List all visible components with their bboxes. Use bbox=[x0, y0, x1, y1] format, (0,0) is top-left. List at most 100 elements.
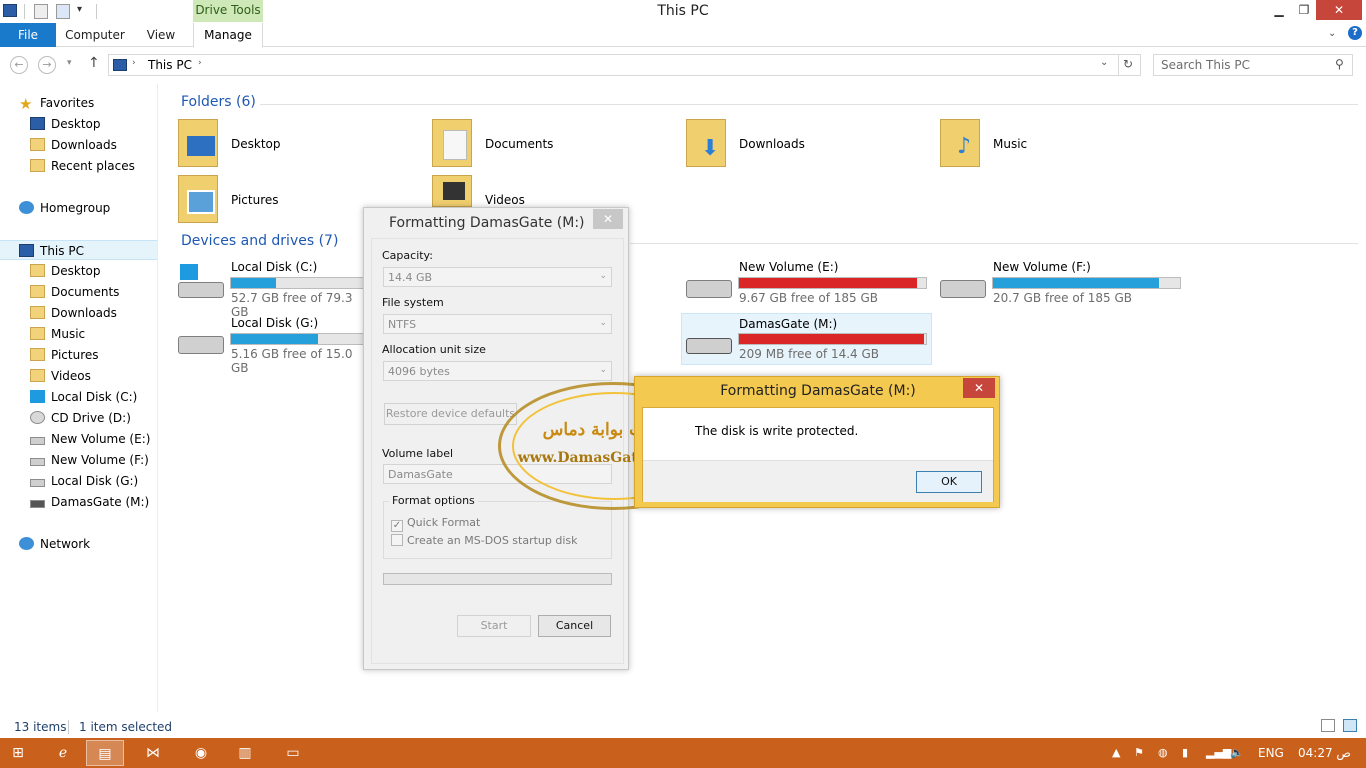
nav-network[interactable]: Network bbox=[0, 534, 157, 554]
forward-button[interactable]: → bbox=[38, 56, 56, 74]
devices-heading[interactable]: Devices and drives (7) bbox=[181, 233, 338, 249]
cd-drive-icon bbox=[30, 411, 45, 424]
show-hidden-icons-icon[interactable]: ▲ bbox=[1112, 746, 1120, 759]
drive-local-disk-c[interactable]: Local Disk (C:) 52.7 GB free of 79.3 GB bbox=[176, 258, 366, 319]
hard-drive-icon bbox=[178, 336, 224, 354]
action-center-icon[interactable]: ⚑ bbox=[1134, 746, 1144, 759]
nav-pc-downloads[interactable]: Downloads bbox=[0, 303, 157, 323]
nav-label: New Volume (F:) bbox=[51, 453, 149, 467]
folder-videos[interactable]: Videos bbox=[432, 175, 672, 207]
nav-pc-pictures[interactable]: Pictures bbox=[0, 345, 157, 365]
folder-music[interactable]: ♪ Music bbox=[940, 119, 1180, 169]
drive-free-space: 5.16 GB free of 15.0 GB bbox=[231, 347, 353, 375]
nav-local-disk-c[interactable]: Local Disk (C:) bbox=[0, 387, 157, 407]
status-bar: 13 items 1 item selected bbox=[0, 716, 1366, 738]
tab-manage[interactable]: Manage bbox=[193, 23, 263, 48]
nav-pc-music[interactable]: Music bbox=[0, 324, 157, 344]
nav-label: New Volume (E:) bbox=[51, 432, 151, 446]
nav-fav-downloads[interactable]: Downloads bbox=[0, 135, 157, 155]
restore-defaults-button[interactable]: Restore device defaults bbox=[384, 403, 517, 425]
divider bbox=[68, 720, 69, 734]
large-icons-view-icon[interactable] bbox=[1343, 719, 1357, 732]
address-dropdown-icon[interactable]: ⌄ bbox=[1100, 57, 1108, 68]
nav-local-disk-g[interactable]: Local Disk (G:) bbox=[0, 471, 157, 491]
help-icon[interactable]: ? bbox=[1348, 26, 1362, 40]
notepad-icon[interactable]: ▥ bbox=[226, 740, 264, 766]
search-icon[interactable]: ⚲ bbox=[1335, 57, 1344, 71]
firefox-icon[interactable]: ◉ bbox=[182, 740, 220, 766]
usb-drive-taskbar-icon[interactable]: ▭ bbox=[274, 740, 312, 766]
search-input[interactable]: Search This PC ⚲ bbox=[1153, 54, 1353, 76]
folder-downloads[interactable]: ⬇ Downloads bbox=[686, 119, 926, 169]
drive-local-disk-g[interactable]: Local Disk (G:) 5.16 GB free of 15.0 GB bbox=[176, 314, 366, 375]
ok-button[interactable]: OK bbox=[916, 471, 982, 493]
expand-ribbon-icon[interactable]: ⌄ bbox=[1328, 28, 1336, 39]
folder-label: Downloads bbox=[739, 137, 805, 151]
internet-explorer-icon[interactable]: ℯ bbox=[44, 740, 82, 766]
nav-fav-recent[interactable]: Recent places bbox=[0, 156, 157, 176]
tab-view[interactable]: View bbox=[136, 23, 186, 47]
nav-pc-desktop[interactable]: Desktop bbox=[0, 261, 157, 281]
nav-this-pc[interactable]: This PC bbox=[0, 240, 157, 260]
format-dialog-close-button[interactable]: ✕ bbox=[593, 209, 623, 229]
allocation-select[interactable]: 4096 bytes ⌄ bbox=[383, 361, 612, 381]
breadcrumb-this-pc[interactable]: This PC bbox=[148, 58, 192, 72]
error-dialog-body: The disk is write protected. OK bbox=[642, 407, 994, 502]
restore-button[interactable]: ❐ bbox=[1290, 0, 1318, 20]
drive-damasgate-m[interactable]: DamasGate (M:) 209 MB free of 14.4 GB bbox=[681, 313, 932, 365]
nav-cd-drive-d[interactable]: CD Drive (D:) bbox=[0, 408, 157, 428]
start-button[interactable]: Start bbox=[457, 615, 531, 637]
recent-locations-icon[interactable]: ▾ bbox=[67, 58, 72, 68]
drive-new-volume-e[interactable]: New Volume (E:) 9.67 GB free of 185 GB bbox=[684, 258, 930, 310]
cancel-button[interactable]: Cancel bbox=[538, 615, 611, 637]
network-signal-icon[interactable]: ▂▄▆ bbox=[1206, 746, 1231, 759]
file-explorer-taskbar-icon[interactable]: ▤ bbox=[86, 740, 124, 766]
nav-damasgate-m[interactable]: DamasGate (M:) bbox=[0, 492, 157, 512]
nav-label: Desktop bbox=[51, 117, 101, 131]
back-button[interactable]: ← bbox=[10, 56, 28, 74]
breadcrumb-chevron-icon[interactable]: › bbox=[132, 58, 136, 68]
drive-usage-fill bbox=[739, 278, 917, 288]
folders-heading[interactable]: Folders (6) bbox=[181, 94, 256, 110]
quick-format-checkbox[interactable]: ✓ Quick Format bbox=[391, 516, 480, 532]
details-view-icon[interactable] bbox=[1321, 719, 1335, 732]
tab-computer[interactable]: Computer bbox=[62, 23, 128, 47]
nav-homegroup[interactable]: Homegroup bbox=[0, 198, 157, 218]
nav-new-volume-e[interactable]: New Volume (E:) bbox=[0, 429, 157, 449]
nav-new-volume-f[interactable]: New Volume (F:) bbox=[0, 450, 157, 470]
refresh-icon[interactable]: ↻ bbox=[1123, 57, 1133, 71]
drive-usage-bar bbox=[738, 333, 927, 345]
folder-documents[interactable]: Documents bbox=[432, 119, 672, 169]
nav-label: Videos bbox=[51, 369, 91, 383]
volume-icon[interactable]: 🔈 bbox=[1230, 746, 1244, 759]
start-windows-icon[interactable]: ⊞ bbox=[0, 740, 36, 766]
close-button[interactable]: ✕ bbox=[1316, 0, 1362, 20]
folder-label: Desktop bbox=[231, 137, 281, 151]
language-indicator[interactable]: ENG bbox=[1258, 746, 1284, 760]
quick-format-label: Quick Format bbox=[407, 516, 481, 529]
nav-fav-desktop[interactable]: Desktop bbox=[0, 114, 157, 134]
computer-icon bbox=[19, 244, 34, 257]
address-bar[interactable]: › This PC › ⌄ ↻ bbox=[108, 54, 1141, 76]
folder-icon: ♪ bbox=[940, 119, 980, 167]
file-system-label: File system bbox=[382, 296, 444, 309]
hard-drive-icon bbox=[178, 282, 224, 298]
folder-desktop[interactable]: Desktop bbox=[178, 119, 418, 169]
battery-icon[interactable]: ▮ bbox=[1182, 746, 1188, 759]
msdos-checkbox[interactable]: Create an MS-DOS startup disk bbox=[391, 534, 578, 547]
error-dialog-close-button[interactable]: ✕ bbox=[963, 378, 995, 398]
nav-pc-documents[interactable]: Documents bbox=[0, 282, 157, 302]
nav-label: Downloads bbox=[51, 138, 117, 152]
file-system-select[interactable]: NTFS ⌄ bbox=[383, 314, 612, 334]
visual-studio-icon[interactable]: ⋈ bbox=[134, 740, 172, 766]
tab-file[interactable]: File bbox=[0, 23, 56, 47]
drive-new-volume-f[interactable]: New Volume (F:) 20.7 GB free of 185 GB bbox=[938, 258, 1184, 310]
tray-app-icon[interactable]: ◍ bbox=[1158, 746, 1168, 759]
clock[interactable]: 04:27 ص bbox=[1298, 746, 1351, 760]
up-button[interactable]: ↑ bbox=[88, 55, 100, 71]
nav-favorites[interactable]: ★ Favorites bbox=[0, 93, 157, 113]
capacity-select[interactable]: 14.4 GB ⌄ bbox=[383, 267, 612, 287]
breadcrumb-chevron-icon[interactable]: › bbox=[198, 58, 202, 68]
nav-pc-videos[interactable]: Videos bbox=[0, 366, 157, 386]
minimize-button[interactable]: ▁ bbox=[1265, 0, 1293, 20]
